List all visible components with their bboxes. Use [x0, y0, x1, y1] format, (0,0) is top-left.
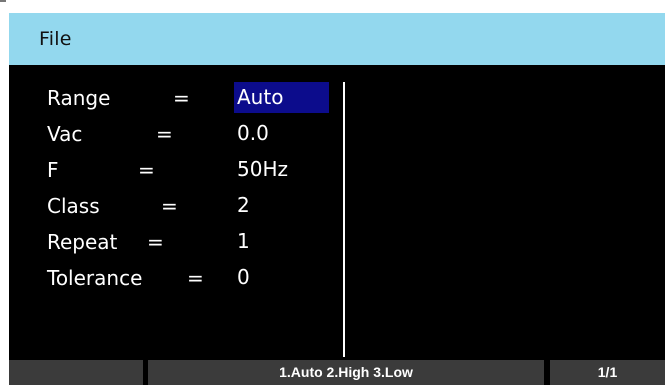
- corner-mark: [0, 0, 6, 2]
- window-title: File: [39, 28, 72, 50]
- param-value-vac[interactable]: 0.0: [234, 118, 273, 149]
- softkey-bar: 1.Auto 2.High 3.Low 1/1: [9, 358, 665, 385]
- panel-divider: [343, 82, 345, 357]
- param-row-range[interactable]: Range = Auto: [9, 82, 349, 118]
- param-label-repeat: Repeat: [47, 230, 118, 254]
- param-row-class[interactable]: Class = 2: [9, 190, 349, 226]
- param-value-repeat[interactable]: 1: [234, 226, 254, 257]
- param-row-f[interactable]: F = 50Hz: [9, 154, 349, 190]
- equals-sign: =: [138, 158, 155, 182]
- param-label-vac: Vac: [47, 122, 83, 146]
- param-row-tolerance[interactable]: Tolerance = 0: [9, 262, 349, 298]
- param-label-class: Class: [47, 194, 100, 218]
- softkey-page-indicator[interactable]: 1/1: [550, 360, 665, 385]
- equals-sign: =: [147, 230, 164, 254]
- param-label-range: Range: [47, 86, 111, 110]
- param-value-class[interactable]: 2: [234, 190, 254, 221]
- param-value-tolerance[interactable]: 0: [234, 262, 254, 293]
- param-row-repeat[interactable]: Repeat = 1: [9, 226, 349, 262]
- parameter-screen: Range = Auto Vac = 0.0 F = 50Hz Class = …: [9, 65, 665, 385]
- title-bar: File: [9, 13, 665, 65]
- param-value-range[interactable]: Auto: [234, 82, 329, 113]
- param-label-tolerance: Tolerance: [47, 266, 143, 290]
- softkey-range-options[interactable]: 1.Auto 2.High 3.Low: [148, 360, 544, 385]
- param-label-f: F: [47, 158, 59, 182]
- equals-sign: =: [187, 266, 204, 290]
- softkey-1[interactable]: [9, 360, 143, 385]
- param-value-f[interactable]: 50Hz: [234, 154, 292, 185]
- equals-sign: =: [161, 194, 178, 218]
- equals-sign: =: [156, 122, 173, 146]
- param-row-vac[interactable]: Vac = 0.0: [9, 118, 349, 154]
- equals-sign: =: [173, 86, 190, 110]
